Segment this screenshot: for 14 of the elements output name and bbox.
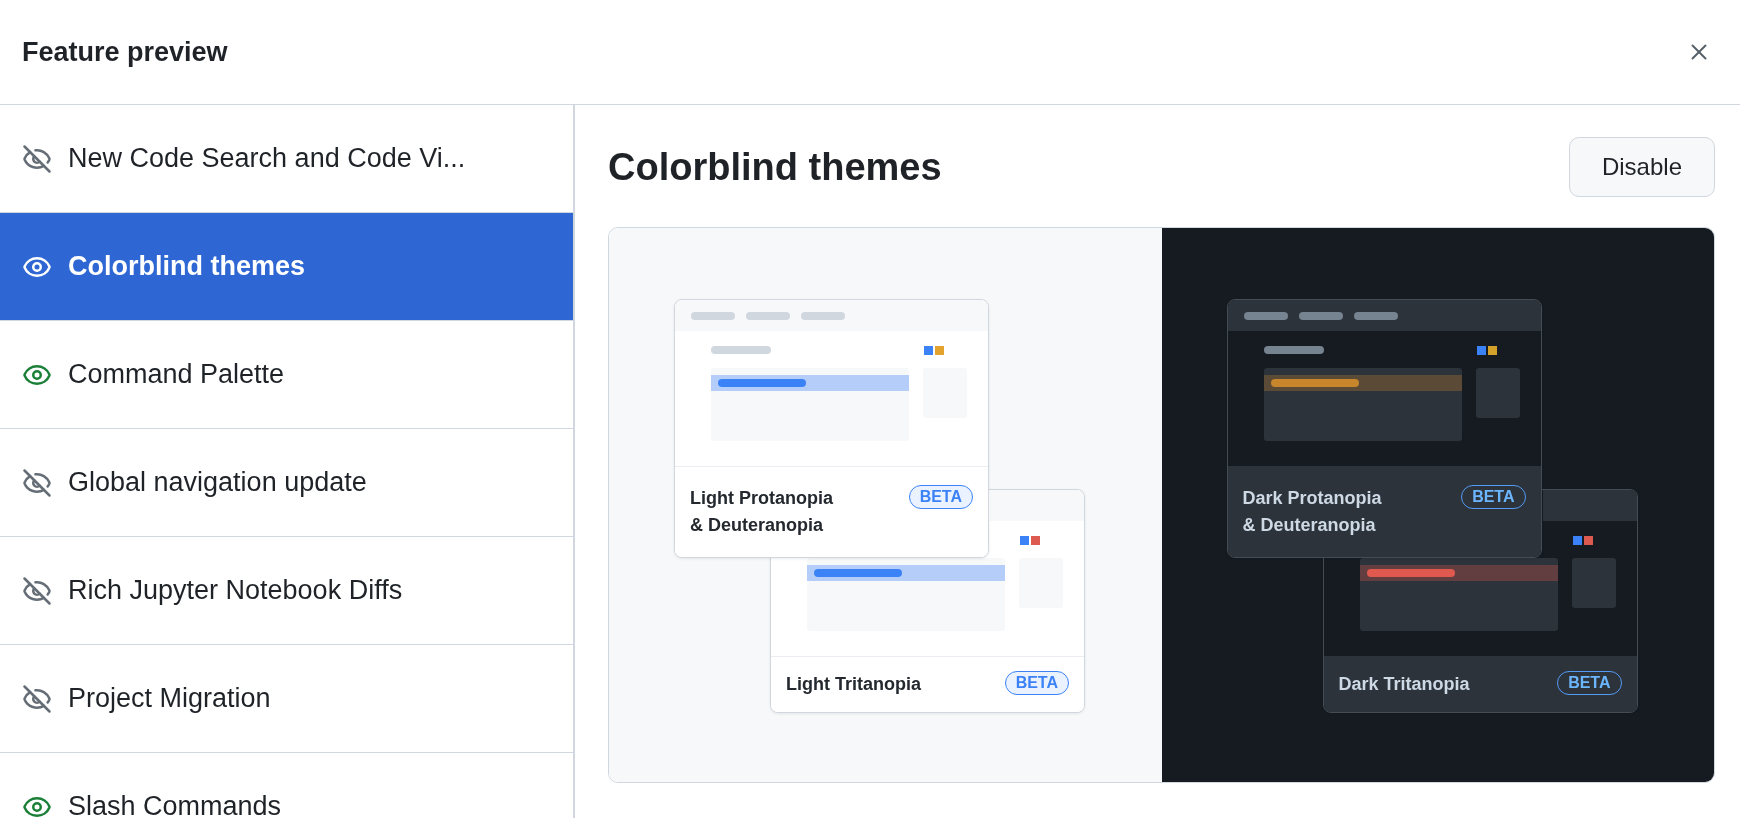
sidebar-item[interactable]: Colorblind themes (0, 213, 573, 321)
dialog-title: Feature preview (22, 36, 228, 68)
beta-badge: BETA (908, 485, 973, 509)
theme-name: Light Tritanopia (786, 673, 921, 696)
theme-card-footer[interactable]: Light Tritanopia BETA (771, 656, 1084, 712)
theme-name: Dark Protanopia & Deuteranopia (1242, 487, 1382, 537)
theme-name: Dark Tritanopia (1338, 673, 1470, 696)
theme-name: Light Protanopia & Deuteranopia (690, 487, 833, 537)
theme-card-footer[interactable]: Dark Tritanopia BETA (1323, 656, 1637, 712)
theme-card[interactable]: Dark Protanopia & Deuteranopia BETA (1226, 299, 1542, 558)
theme-card[interactable]: Light Protanopia & Deuteranopia BETA (674, 299, 989, 558)
feature-title: Colorblind themes (608, 145, 942, 189)
beta-badge: BETA (1004, 671, 1069, 695)
disable-button[interactable]: Disable (1568, 137, 1715, 197)
